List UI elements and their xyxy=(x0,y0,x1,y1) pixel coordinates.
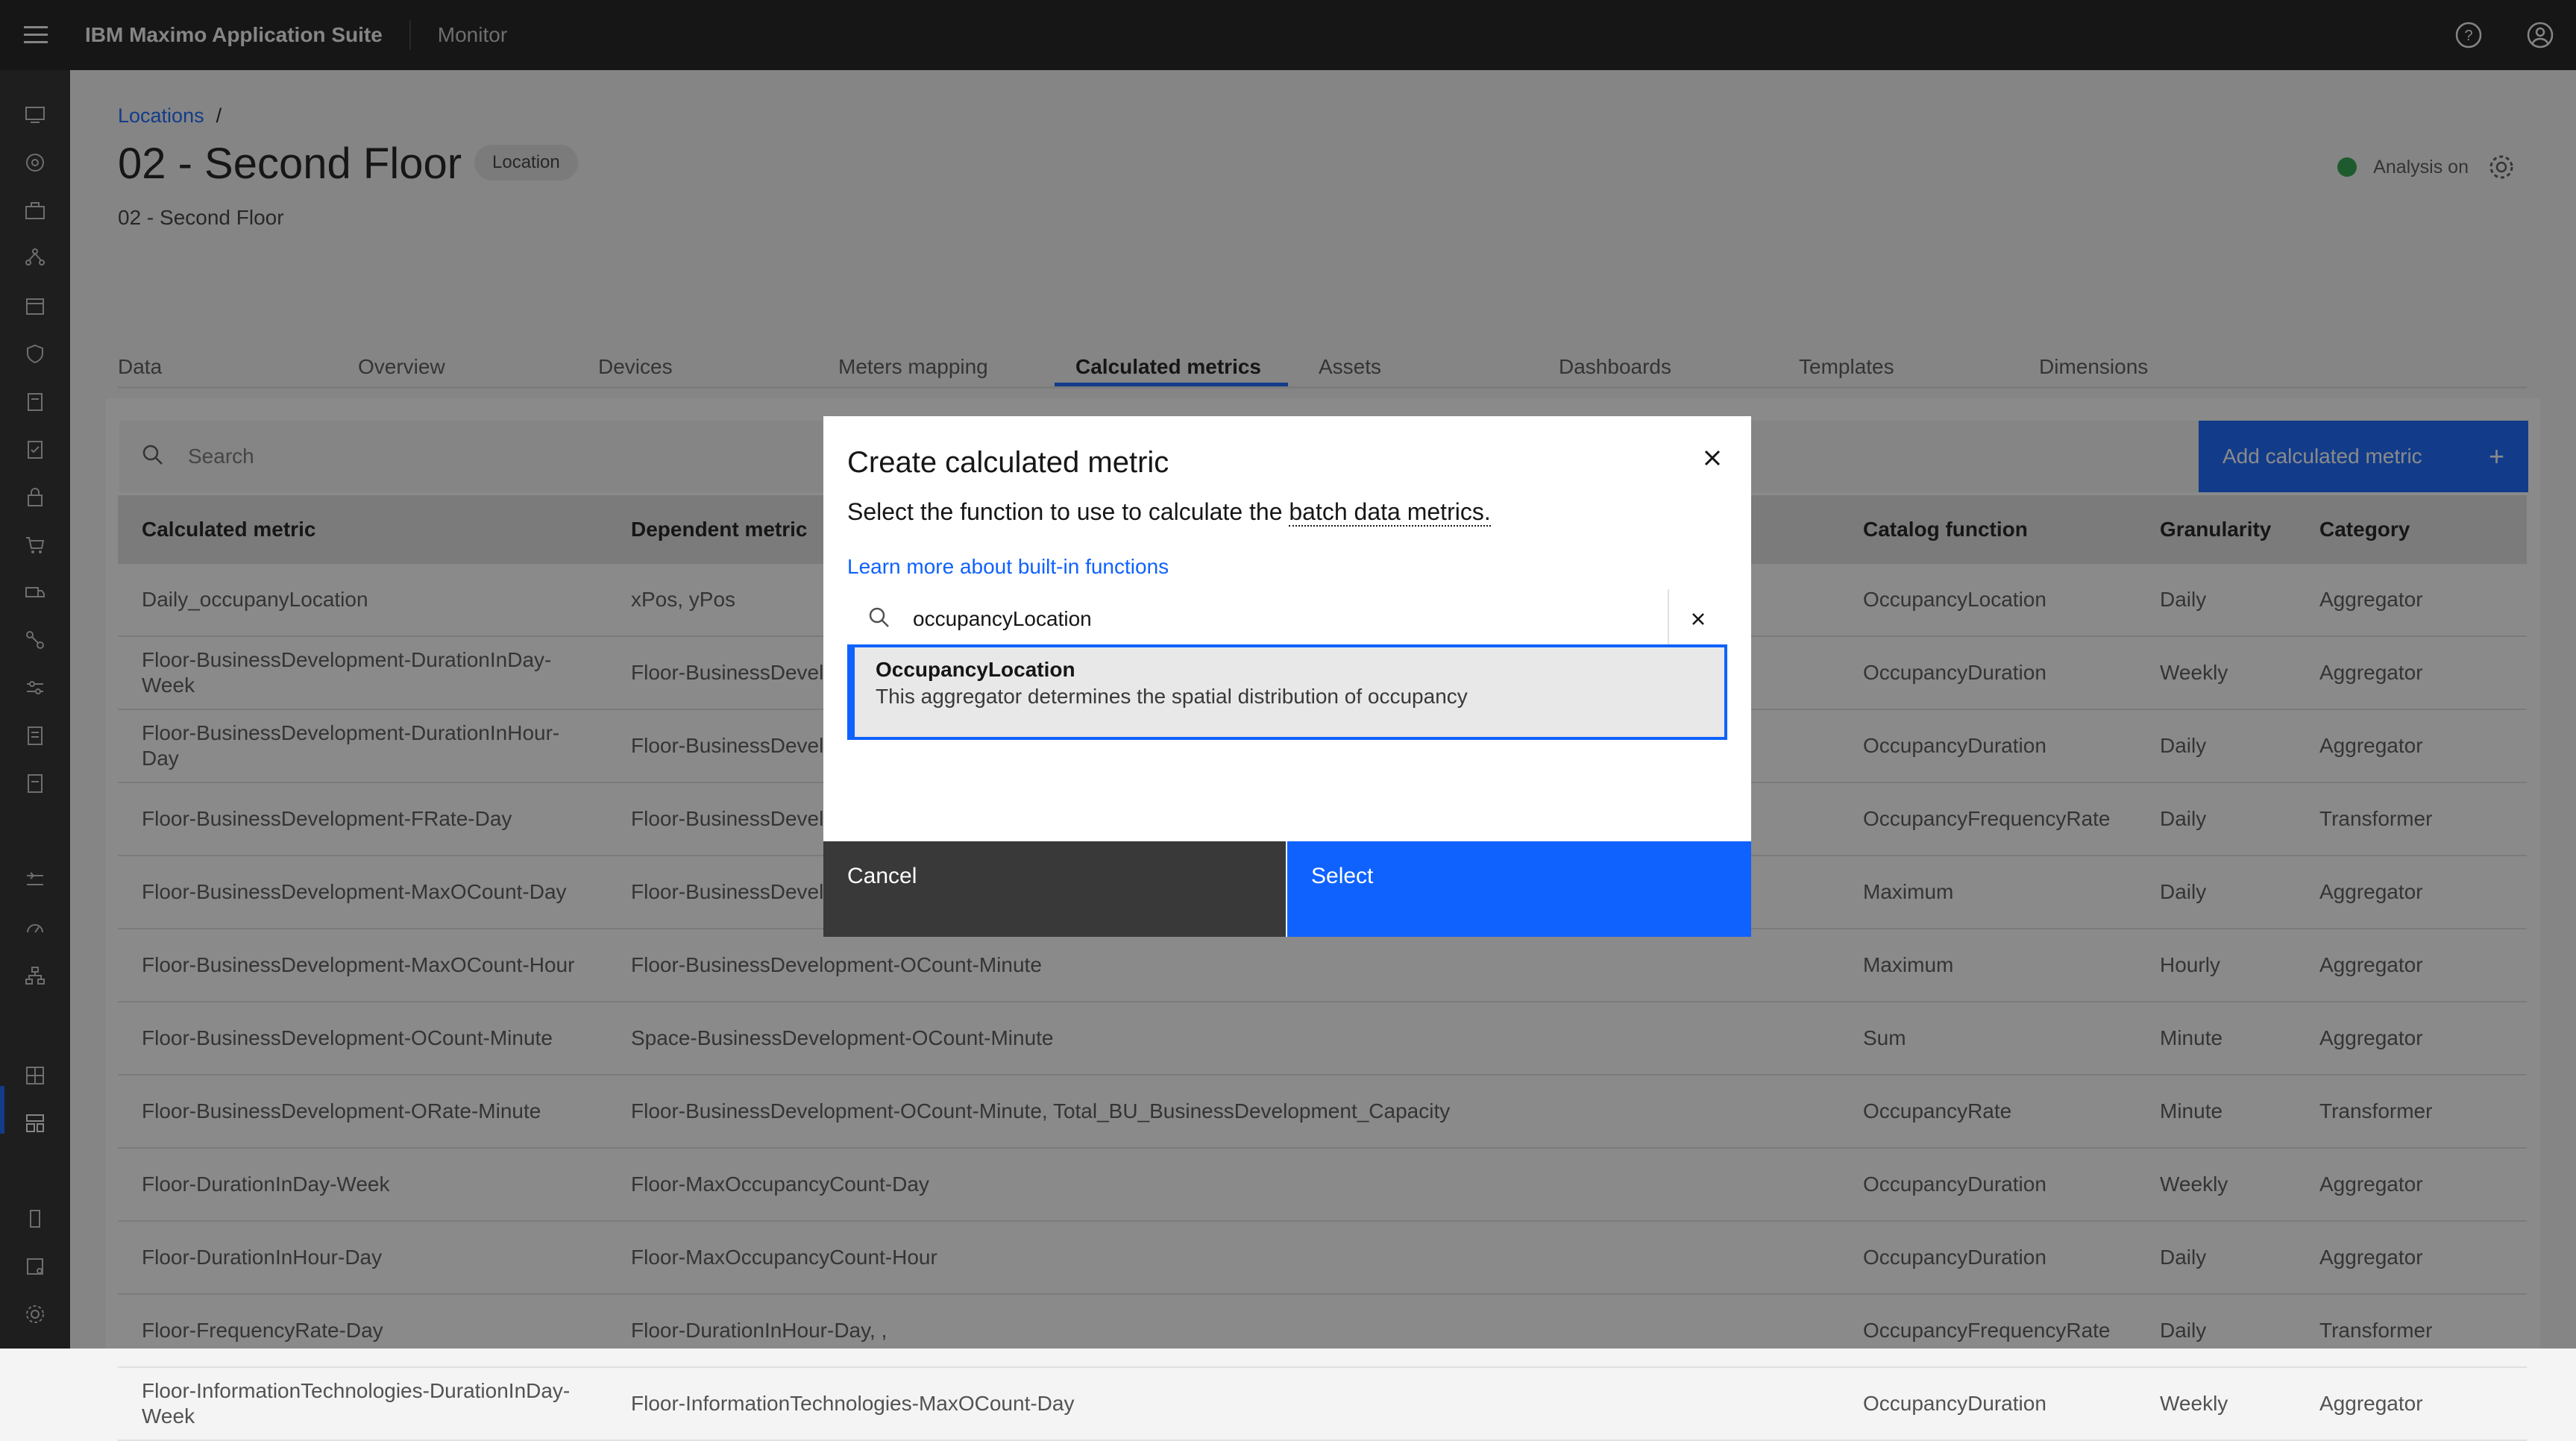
modal-description-text: Select the function to use to calculate … xyxy=(847,498,1289,525)
modal-footer: Cancel Select xyxy=(823,841,1751,937)
close-icon[interactable] xyxy=(1688,434,1736,482)
function-search: occupancyLocation xyxy=(847,589,1727,650)
cancel-button[interactable]: Cancel xyxy=(823,841,1286,937)
modal-description: Select the function to use to calculate … xyxy=(847,498,1491,527)
function-result-item[interactable]: OccupancyLocation This aggregator determ… xyxy=(847,644,1727,740)
cell-category: Aggregator xyxy=(2319,1392,2423,1415)
learn-more-link[interactable]: Learn more about built-in functions xyxy=(847,555,1169,579)
function-name: OccupancyLocation xyxy=(876,658,1075,681)
cell-calculated-metric: Floor-InformationTechnologies-DurationIn… xyxy=(142,1379,571,1428)
function-description: This aggregator determines the spatial d… xyxy=(876,685,1468,708)
create-calculated-metric-modal: Create calculated metric Select the func… xyxy=(823,416,1751,937)
cell-catalog-function: OccupancyDuration xyxy=(1863,1392,2046,1415)
cell-granularity: Weekly xyxy=(2160,1392,2228,1415)
batch-data-metrics-term[interactable]: batch data metrics. xyxy=(1289,498,1491,527)
function-search-input[interactable]: occupancyLocation xyxy=(913,607,1668,631)
select-button[interactable]: Select xyxy=(1287,841,1751,937)
table-row[interactable]: Floor-InformationTechnologies-DurationIn… xyxy=(118,1368,2527,1441)
cell-dependent-metric: Floor-InformationTechnologies-MaxOCount-… xyxy=(631,1392,1075,1415)
selected-indicator xyxy=(850,647,855,737)
clear-search-icon[interactable] xyxy=(1668,589,1727,649)
modal-title: Create calculated metric xyxy=(847,446,1169,479)
search-icon xyxy=(868,606,890,632)
